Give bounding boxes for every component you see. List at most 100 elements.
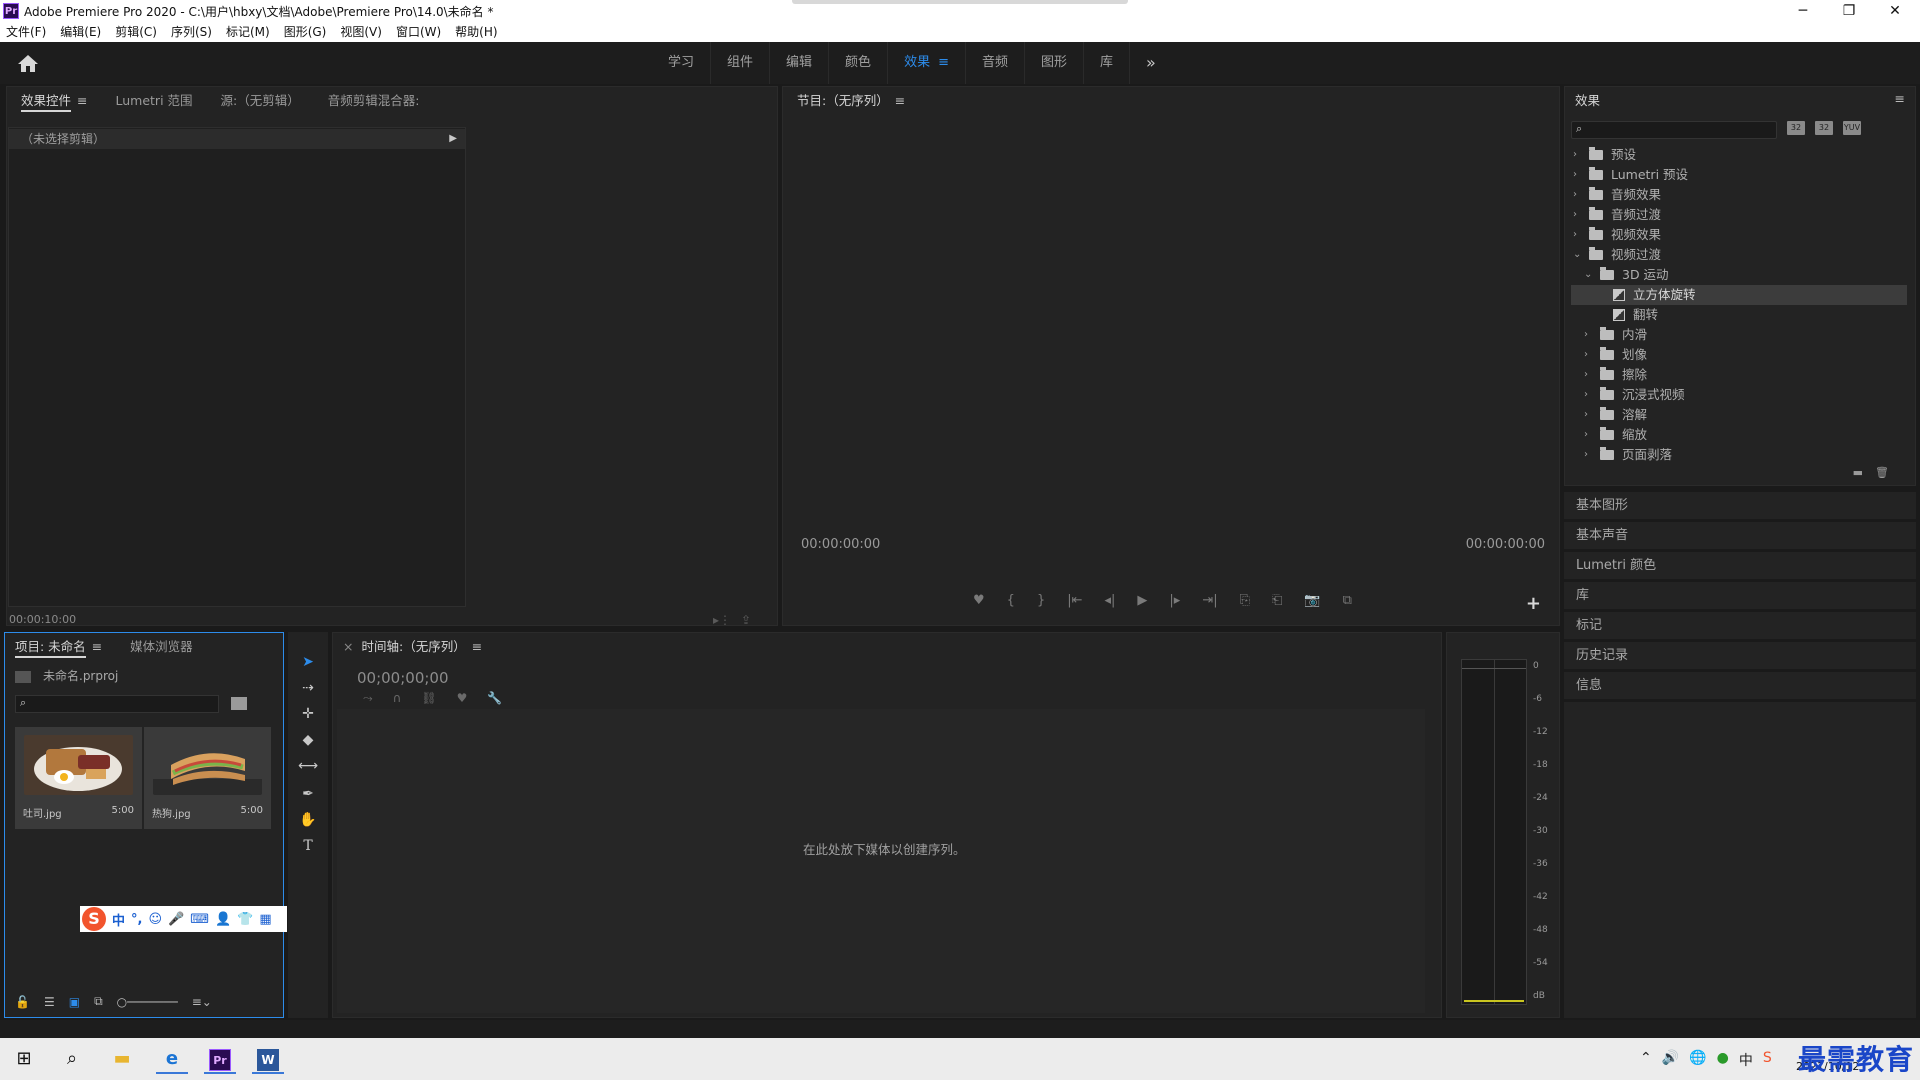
effects-folder-item[interactable]: › 预设: [1571, 145, 1907, 165]
effects-folder-item[interactable]: ⌄ 3D 运动: [1571, 265, 1907, 285]
emoji-icon[interactable]: ☺: [148, 912, 162, 927]
chevron-right-icon[interactable]: ›: [1584, 385, 1588, 405]
filter-icon[interactable]: ▸⋮: [713, 613, 731, 627]
close-button[interactable]: ✕: [1872, 0, 1918, 22]
menu-window[interactable]: 窗口(W): [396, 22, 441, 42]
go-to-out-icon[interactable]: ⇥|: [1202, 593, 1217, 608]
effects-folder-item[interactable]: › 划像: [1571, 345, 1907, 365]
nest-icon[interactable]: ⤳: [363, 691, 373, 706]
ime-tray-icon[interactable]: 中: [1739, 1050, 1753, 1070]
chevron-right-icon[interactable]: ›: [1573, 145, 1577, 165]
file-explorer-icon[interactable]: ▬: [106, 1044, 138, 1074]
project-item[interactable]: 热狗.jpg 5:00: [144, 727, 271, 829]
voice-icon[interactable]: 🎤: [168, 912, 184, 927]
timeline-timecode[interactable]: 00;00;00;00: [357, 669, 449, 687]
extract-icon[interactable]: ⎗: [1272, 593, 1282, 608]
tab-program[interactable]: 节目:（无序列） ≡: [783, 89, 919, 113]
selection-tool-icon[interactable]: ➤: [298, 652, 318, 672]
workspace-libraries[interactable]: 库: [1084, 42, 1131, 84]
effects-folder-item[interactable]: › 缩放: [1571, 425, 1907, 445]
ripple-edit-tool-icon[interactable]: ✛: [298, 704, 318, 724]
workspace-editing[interactable]: 编辑: [770, 42, 830, 84]
razor-tool-icon[interactable]: ◆: [298, 730, 318, 750]
sogou-logo-icon[interactable]: S: [82, 907, 106, 931]
tab-source[interactable]: 源:（无剪辑）: [207, 89, 314, 113]
chevron-right-icon[interactable]: ›: [1573, 165, 1577, 185]
home-icon[interactable]: [16, 52, 40, 74]
volume-icon[interactable]: 🔊: [1662, 1050, 1679, 1070]
effects-folder-item[interactable]: ⌄ 视频过渡: [1571, 245, 1907, 265]
effect-item[interactable]: 立方体旋转: [1571, 285, 1907, 305]
workspace-graphics[interactable]: 图形: [1025, 42, 1085, 84]
workspace-effects[interactable]: 效果 ≡: [888, 42, 966, 84]
chevron-right-icon[interactable]: ›: [1584, 365, 1588, 385]
effects-folder-item[interactable]: › 内滑: [1571, 325, 1907, 345]
menu-graphics[interactable]: 图形(G): [284, 22, 327, 42]
step-back-icon[interactable]: ◂|: [1105, 593, 1116, 608]
play-icon[interactable]: ▶: [1137, 593, 1147, 608]
chevron-right-icon[interactable]: ›: [1573, 185, 1577, 205]
track-select-tool-icon[interactable]: ⇢: [298, 678, 318, 698]
side-panel-info[interactable]: 信息: [1564, 672, 1916, 700]
expand-arrow-icon[interactable]: ▶: [449, 129, 457, 149]
lift-icon[interactable]: ⎘: [1240, 593, 1250, 608]
list-view-icon[interactable]: ☰: [44, 995, 55, 1009]
chevron-down-icon[interactable]: ⌄: [1573, 245, 1581, 265]
toolbox-icon[interactable]: ▦: [259, 912, 271, 927]
panel-menu-icon[interactable]: ≡: [77, 93, 87, 108]
menu-help[interactable]: 帮助(H): [455, 22, 497, 42]
snap-icon[interactable]: ∩: [393, 691, 402, 706]
workspace-audio[interactable]: 音频: [966, 42, 1025, 84]
more-workspaces-icon[interactable]: »: [1130, 42, 1172, 84]
chevron-down-icon[interactable]: ⌄: [1584, 265, 1592, 285]
chevron-right-icon[interactable]: ›: [1584, 325, 1588, 345]
settings-wrench-icon[interactable]: 🔧: [487, 691, 502, 706]
bin-icon[interactable]: [231, 697, 247, 710]
chevron-right-icon[interactable]: ›: [1584, 345, 1588, 365]
go-to-in-icon[interactable]: |⇤: [1067, 593, 1082, 608]
security-icon[interactable]: ●: [1717, 1050, 1729, 1070]
panel-menu-icon[interactable]: ≡: [1895, 91, 1905, 106]
effects-folder-item[interactable]: › 视频效果: [1571, 225, 1907, 245]
search-icon[interactable]: ⌕: [56, 1044, 88, 1074]
pen-tool-icon[interactable]: ✒: [298, 784, 318, 804]
sort-icon[interactable]: ≡⌄: [192, 995, 212, 1009]
panel-menu-icon[interactable]: ≡: [472, 639, 482, 654]
tab-lumetri-scopes[interactable]: Lumetri 范围: [102, 89, 207, 113]
workspace-menu-icon[interactable]: ≡: [938, 55, 949, 70]
keyboard-icon[interactable]: ⌨: [190, 912, 209, 927]
project-search-input[interactable]: ⌕: [15, 695, 219, 713]
yuv-effects-icon[interactable]: YUV: [1843, 121, 1861, 135]
menu-clip[interactable]: 剪辑(C): [115, 22, 157, 42]
word-taskbar-icon[interactable]: W: [252, 1044, 284, 1074]
effects-folder-item[interactable]: › 溶解: [1571, 405, 1907, 425]
menu-view[interactable]: 视图(V): [340, 22, 382, 42]
add-marker-icon[interactable]: ♥: [973, 593, 985, 608]
menu-markers[interactable]: 标记(M): [226, 22, 270, 42]
menu-file[interactable]: 文件(F): [6, 22, 46, 42]
sogou-tray-icon[interactable]: S: [1763, 1050, 1772, 1070]
workspace-learn[interactable]: 学习: [652, 42, 712, 84]
tray-expand-icon[interactable]: ⌃: [1640, 1050, 1652, 1070]
slip-tool-icon[interactable]: ⟷: [298, 756, 318, 776]
close-tab-icon[interactable]: ×: [343, 639, 353, 654]
tab-effect-controls[interactable]: 效果控件 ≡: [7, 89, 102, 113]
export-frame-icon[interactable]: 📷: [1304, 593, 1320, 608]
menu-sequence[interactable]: 序列(S): [171, 22, 212, 42]
tab-timeline[interactable]: × 时间轴:（无序列） ≡: [333, 635, 496, 659]
icon-view-icon[interactable]: ▣: [69, 995, 80, 1009]
accelerated-effects-icon[interactable]: 32: [1787, 121, 1805, 135]
tab-media-browser[interactable]: 媒体浏览器: [116, 635, 207, 659]
side-panel-history[interactable]: 历史记录: [1564, 642, 1916, 670]
step-forward-icon[interactable]: |▸: [1169, 593, 1180, 608]
timeline-track-area[interactable]: [337, 709, 1425, 1013]
freeform-view-icon[interactable]: ⧉: [94, 994, 103, 1009]
effects-folder-item[interactable]: › 音频效果: [1571, 185, 1907, 205]
comparison-view-icon[interactable]: ⧉: [1343, 593, 1352, 608]
side-panel-markers[interactable]: 标记: [1564, 612, 1916, 640]
workspace-color[interactable]: 颜色: [829, 42, 889, 84]
tab-audio-clip-mixer[interactable]: 音频剪辑混合器:: [314, 89, 434, 113]
side-panel-essential-sound[interactable]: 基本声音: [1564, 522, 1916, 550]
effect-item[interactable]: 翻转: [1571, 305, 1907, 325]
effects-folder-item[interactable]: › 沉浸式视频: [1571, 385, 1907, 405]
